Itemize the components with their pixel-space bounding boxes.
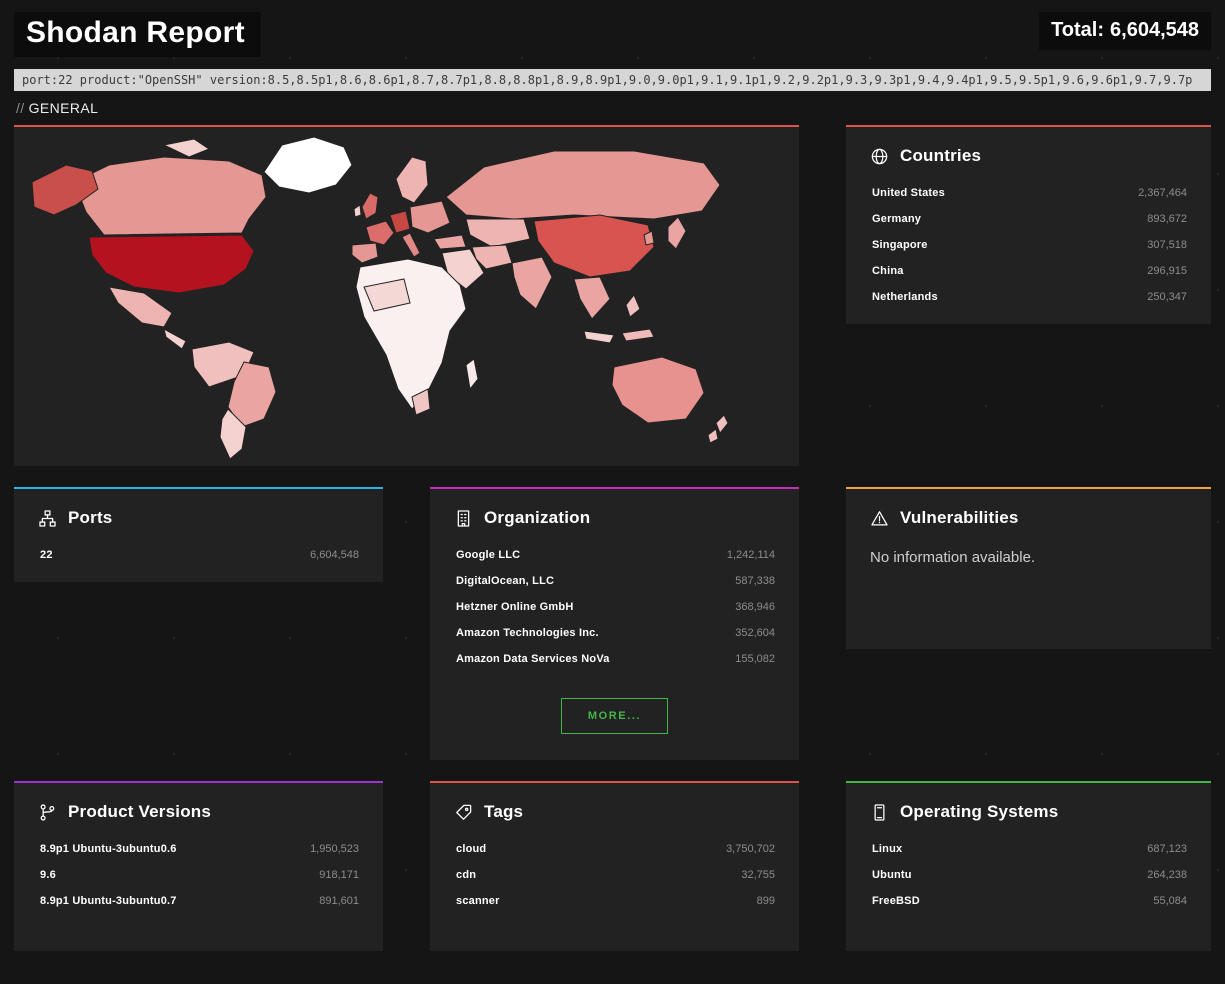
total-label: Total: [1051, 19, 1104, 41]
header: Shodan Report Total: 6,604,548 [14, 12, 1211, 57]
map-region-madagascar [466, 359, 478, 389]
section-title: GENERAL [29, 100, 99, 116]
map-region-germany [390, 211, 410, 233]
code-branch-icon [38, 803, 57, 822]
panel-product-versions: Product Versions 8.9p1 Ubuntu-3ubuntu0.6… [14, 781, 383, 951]
operating-systems-row: FreeBSD55,084 [846, 888, 1211, 914]
map-region-uk [362, 193, 378, 219]
map-region-arctic-islands [164, 139, 209, 157]
total-value: 6,604,548 [1110, 19, 1199, 41]
globe-icon [870, 147, 889, 166]
sitemap-icon [38, 509, 57, 528]
operating-systems-title: Operating Systems [900, 802, 1058, 822]
panel-countries: Countries United States2,367,464 Germany… [846, 125, 1211, 324]
panel-operating-systems: Operating Systems Linux687,123 Ubuntu264… [846, 781, 1211, 951]
operating-systems-row: Ubuntu264,238 [846, 862, 1211, 888]
product-versions-row: 8.9p1 Ubuntu-3ubuntu0.7891,601 [14, 888, 383, 914]
vulnerabilities-empty-message: No information available. [846, 539, 1211, 626]
total-count: Total: 6,604,548 [1039, 12, 1211, 50]
map-region-indonesia-west [584, 331, 614, 343]
map-region-usa [89, 235, 254, 293]
map-region-china [534, 215, 654, 277]
terminal-window-icon [870, 803, 889, 822]
map-region-southeast-asia [574, 277, 610, 319]
map-region-canada [74, 157, 266, 235]
product-versions-row: 8.9p1 Ubuntu-3ubuntu0.61,950,523 [14, 836, 383, 862]
ports-row: 226,604,548 [14, 542, 383, 568]
organization-row: Google LLC1,242,114 [430, 542, 799, 568]
panel-ports: Ports 226,604,548 [14, 487, 383, 582]
organization-row: Amazon Technologies Inc.352,604 [430, 620, 799, 646]
map-region-italy [402, 233, 420, 257]
map-region-central-america [164, 329, 186, 349]
map-region-new-zealand-north [716, 415, 728, 433]
tags-row: cloud3,750,702 [430, 836, 799, 862]
map-region-australia [612, 357, 704, 423]
map-region-mexico [109, 287, 172, 327]
row-3: Product Versions 8.9p1 Ubuntu-3ubuntu0.6… [14, 781, 1211, 951]
organization-row: Amazon Data Services NoVa155,082 [430, 646, 799, 672]
building-icon [454, 509, 473, 528]
organization-more-button[interactable]: MORE... [561, 698, 668, 734]
tag-icon [454, 803, 473, 822]
map-region-india [512, 257, 552, 309]
ports-title: Ports [68, 508, 112, 528]
map-region-central-asia [466, 219, 530, 247]
section-prefix: // [16, 100, 25, 116]
map-region-iberia [352, 243, 378, 263]
map-region-japan [668, 217, 686, 249]
map-region-france [366, 221, 394, 245]
countries-title: Countries [900, 146, 981, 166]
countries-row: China296,915 [846, 258, 1211, 284]
map-region-russia [446, 151, 720, 219]
panel-organization: Organization Google LLC1,242,114 Digital… [430, 487, 799, 760]
product-versions-title: Product Versions [68, 802, 211, 822]
world-map-choropleth [14, 127, 799, 464]
tags-row: scanner899 [430, 888, 799, 914]
countries-row: Singapore307,518 [846, 232, 1211, 258]
section-label-general: //GENERAL [16, 100, 1211, 116]
map-region-indonesia-east [622, 329, 654, 341]
tags-title: Tags [484, 802, 523, 822]
map-region-turkey [434, 235, 466, 249]
page-title: Shodan Report [14, 12, 261, 57]
row-2: Ports 226,604,548 Organization Google LL… [14, 487, 1211, 760]
row-1: Countries United States2,367,464 Germany… [14, 125, 1211, 466]
map-region-greenland [264, 137, 352, 193]
map-region-africa [356, 259, 466, 409]
shodan-report-page: Shodan Report Total: 6,604,548 port:22 pr… [0, 0, 1225, 984]
vulnerabilities-title: Vulnerabilities [900, 508, 1019, 528]
operating-systems-row: Linux687,123 [846, 836, 1211, 862]
countries-row: Netherlands250,347 [846, 284, 1211, 310]
map-region-new-zealand-south [708, 429, 718, 443]
countries-row: Germany893,672 [846, 206, 1211, 232]
panel-vulnerabilities: Vulnerabilities No information available… [846, 487, 1211, 649]
map-region-philippines [626, 295, 640, 317]
panel-world-map [14, 125, 799, 466]
tags-row: cdn32,755 [430, 862, 799, 888]
panel-tags: Tags cloud3,750,702 cdn32,755 scanner899 [430, 781, 799, 951]
warning-triangle-icon [870, 509, 889, 528]
map-region-ireland [354, 205, 361, 217]
organization-row: DigitalOcean, LLC587,338 [430, 568, 799, 594]
map-region-eastern-europe [410, 201, 450, 233]
organization-row: Hetzner Online GmbH368,946 [430, 594, 799, 620]
search-query-text: port:22 product:"OpenSSH" version:8.5,8.… [22, 73, 1192, 87]
organization-title: Organization [484, 508, 590, 528]
countries-row: United States2,367,464 [846, 180, 1211, 206]
search-query-bar: port:22 product:"OpenSSH" version:8.5,8.… [14, 69, 1211, 91]
product-versions-row: 9.6918,171 [14, 862, 383, 888]
map-region-scandinavia [396, 157, 428, 203]
